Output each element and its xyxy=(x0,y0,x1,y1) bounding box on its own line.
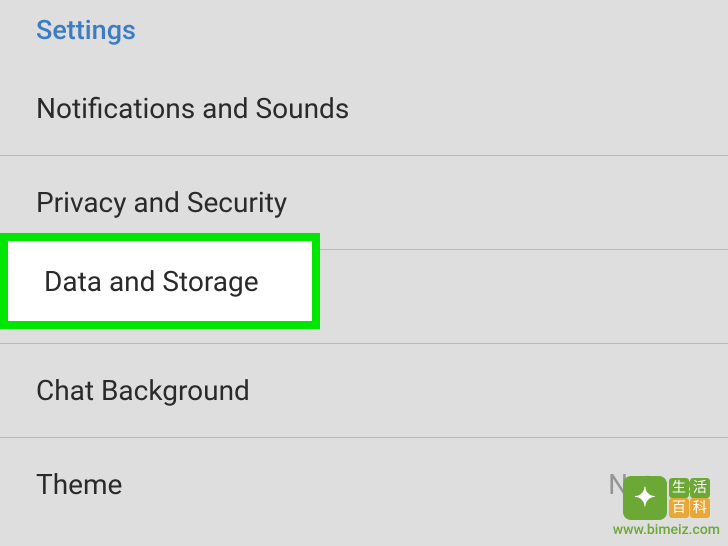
settings-item-privacy-security[interactable]: Privacy and Security xyxy=(0,155,728,249)
watermark-char: 百 xyxy=(669,498,689,518)
settings-item-chat-background[interactable]: Chat Background xyxy=(0,343,728,437)
watermark-url: www.bimeiz.com xyxy=(613,522,720,538)
settings-list: Notifications and Sounds Privacy and Sec… xyxy=(0,62,728,531)
watermark-logo: ✦ 生 活 百 科 xyxy=(623,476,710,520)
watermark-char: 活 xyxy=(690,478,710,498)
watermark-char: 生 xyxy=(669,478,689,498)
settings-section-header: Settings xyxy=(0,0,728,62)
watermark-logo-icon: ✦ xyxy=(623,476,667,520)
settings-item-label: Notifications and Sounds xyxy=(36,92,349,125)
settings-item-label: Privacy and Security xyxy=(36,186,287,219)
watermark-char: 科 xyxy=(690,498,710,518)
watermark: ✦ 生 活 百 科 www.bimeiz.com xyxy=(613,476,720,538)
watermark-logo-text: 生 活 百 科 xyxy=(669,478,710,518)
settings-item-label: Chat Background xyxy=(36,374,250,407)
settings-item-notifications-sounds[interactable]: Notifications and Sounds xyxy=(0,62,728,155)
settings-item-label: Theme xyxy=(36,468,122,501)
settings-item-data-storage[interactable]: Data and Storage xyxy=(0,249,728,343)
settings-item-label: Data and Storage xyxy=(36,280,251,313)
